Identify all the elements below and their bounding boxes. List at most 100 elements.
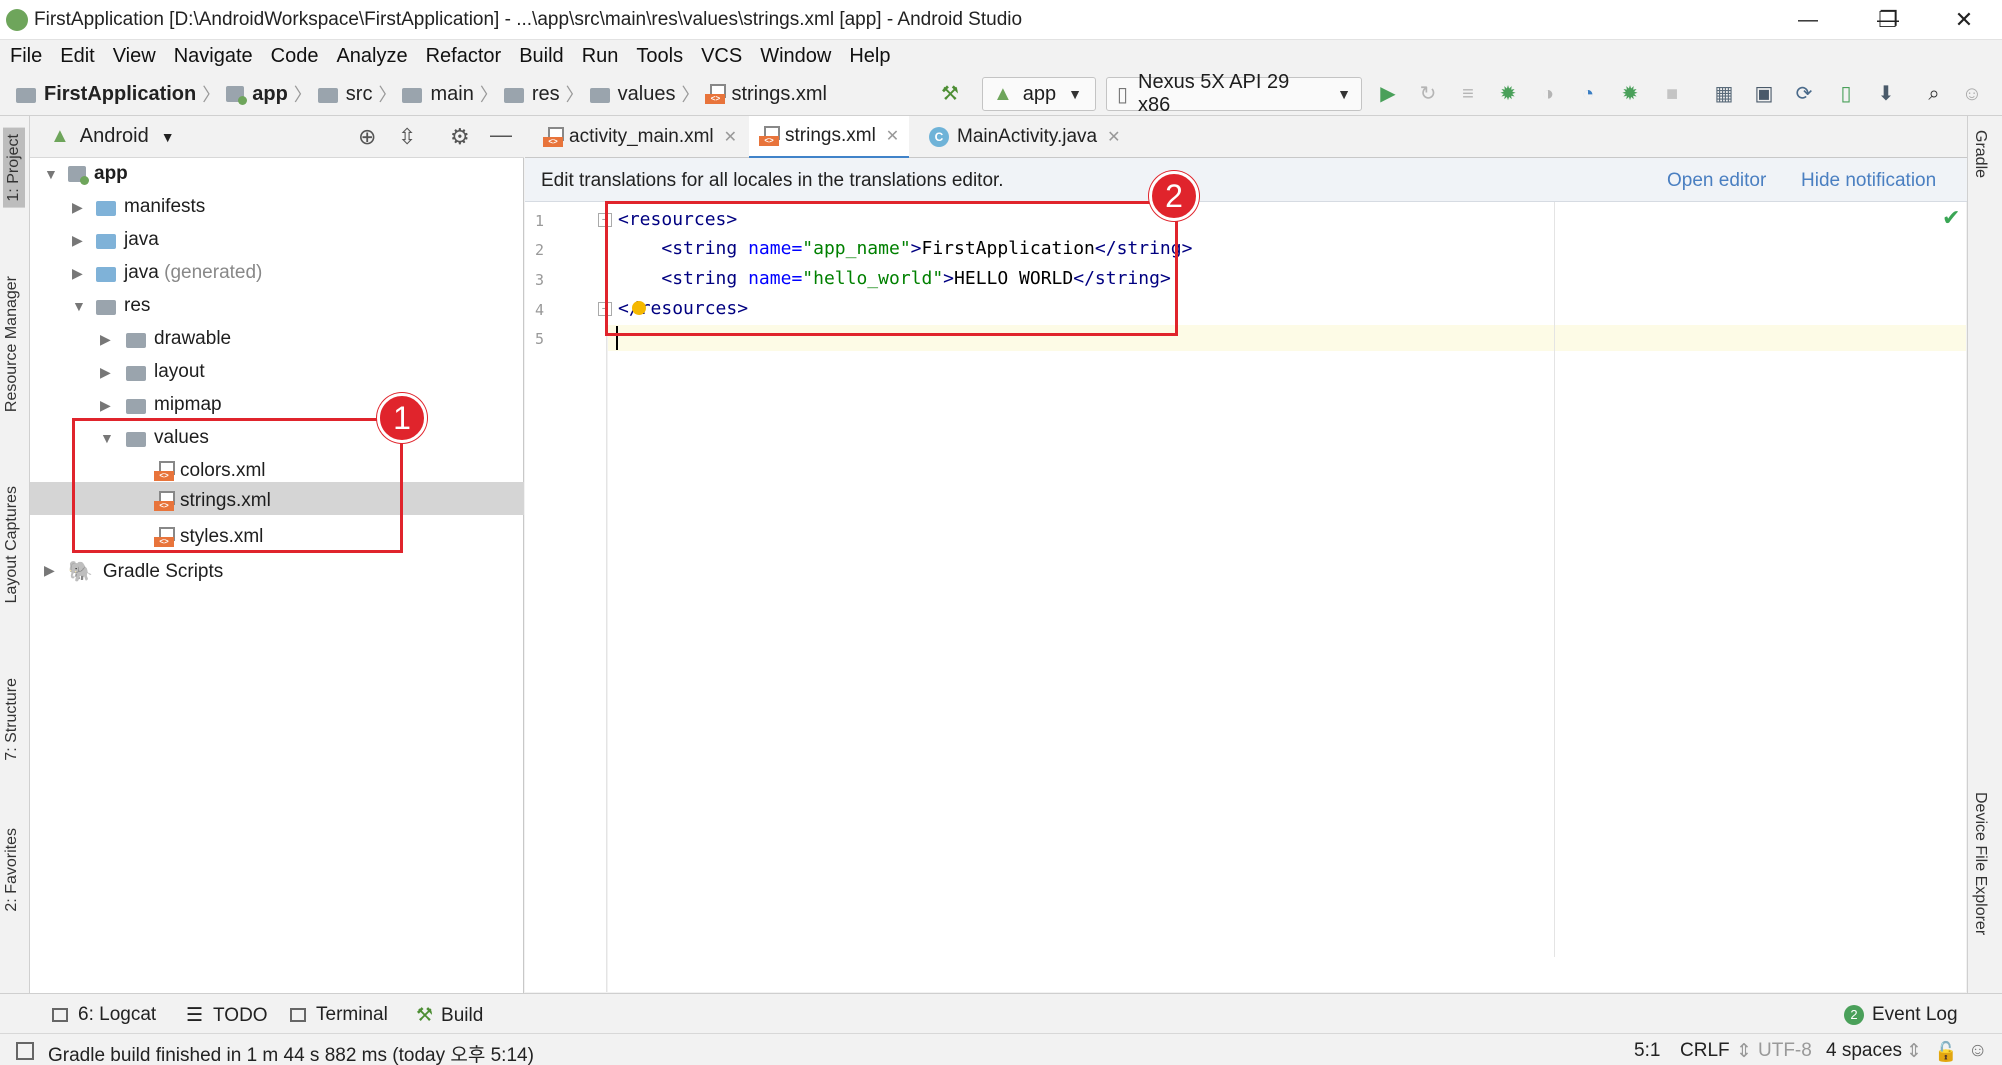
- hide-panel-icon[interactable]: —: [490, 122, 512, 148]
- sync-gradle-icon[interactable]: ⟳: [1792, 82, 1816, 106]
- menu-build[interactable]: Build: [519, 40, 563, 72]
- editor-tabs: activity_main.xml ✕ strings.xml ✕ C Main…: [525, 116, 1967, 159]
- tool-tab-gradle[interactable]: Gradle: [1971, 130, 1989, 178]
- module-icon: [226, 86, 248, 105]
- tree-item-java-generated[interactable]: ▶ java (generated): [30, 257, 524, 290]
- collapse-all-icon[interactable]: ⇳: [398, 124, 416, 150]
- tree-item-manifests[interactable]: ▶ manifests: [30, 191, 524, 224]
- tab-strings-xml[interactable]: strings.xml ✕: [749, 116, 910, 159]
- tree-label-suffix: (generated): [164, 262, 263, 283]
- tab-mainactivity-java[interactable]: C MainActivity.java ✕: [919, 116, 1131, 158]
- breadcrumb-main[interactable]: main: [430, 83, 473, 106]
- menu-navigate[interactable]: Navigate: [174, 40, 253, 72]
- stop-icon[interactable]: ■: [1660, 82, 1684, 106]
- lock-icon[interactable]: 🔓: [1934, 1040, 1958, 1064]
- tool-event-log-button[interactable]: 2 Event Log: [1844, 1004, 1958, 1026]
- android-studio-icon: [6, 9, 28, 31]
- folder-icon: [96, 200, 116, 216]
- breadcrumb-separator: 〉: [293, 85, 312, 105]
- menu-edit[interactable]: Edit: [60, 40, 94, 72]
- line-separator[interactable]: CRLF: [1680, 1040, 1730, 1062]
- project-structure-icon[interactable]: ▦: [1712, 82, 1736, 106]
- apply-changes-icon[interactable]: ↻: [1416, 82, 1440, 106]
- minimize-button[interactable]: —: [1788, 4, 1828, 36]
- tool-tab-device-file-explorer[interactable]: Device File Explorer: [1971, 792, 1989, 935]
- avd-manager-icon[interactable]: ▯: [1834, 82, 1858, 106]
- menu-code[interactable]: Code: [271, 40, 319, 72]
- folder-icon: [96, 233, 116, 249]
- tree-item-gradle-scripts[interactable]: ▶ 🐘 Gradle Scripts: [30, 554, 524, 587]
- run-config-select[interactable]: ▲ app ▼: [982, 77, 1096, 111]
- tab-label: strings.xml: [785, 125, 876, 146]
- breadcrumb-values[interactable]: values: [618, 83, 676, 106]
- menu-analyze[interactable]: Analyze: [336, 40, 407, 72]
- chevron-down-icon: ▼: [1337, 86, 1351, 102]
- close-tab-icon[interactable]: ✕: [886, 126, 899, 146]
- menu-tools[interactable]: Tools: [636, 40, 683, 72]
- sdk-manager-icon[interactable]: ⬇: [1874, 82, 1898, 106]
- right-tool-stripe: Gradle Device File Explorer: [1967, 116, 2002, 993]
- tool-tab-favorites[interactable]: 2: Favorites: [3, 828, 21, 912]
- apply-code-changes-icon[interactable]: ≡: [1456, 82, 1480, 106]
- profile-icon[interactable]: ◔: [1576, 82, 1600, 106]
- tab-activity-main-xml[interactable]: activity_main.xml ✕: [533, 116, 747, 158]
- device-select[interactable]: ▯ Nexus 5X API 29 x86 ▼: [1106, 71, 1362, 116]
- indent-setting[interactable]: 4 spaces: [1826, 1040, 1902, 1062]
- tree-item-java[interactable]: ▶ java: [30, 224, 524, 257]
- gear-icon[interactable]: ⚙: [450, 124, 470, 150]
- xml-file-icon: [759, 126, 780, 146]
- close-tab-icon[interactable]: ✕: [1107, 127, 1120, 147]
- menu-vcs[interactable]: VCS: [701, 40, 742, 72]
- inspector-face-icon[interactable]: ☺: [1968, 1040, 1987, 1062]
- maximize-button[interactable]: ❐: [1868, 4, 1908, 36]
- menu-window[interactable]: Window: [760, 40, 831, 72]
- tool-label: TODO: [213, 1004, 268, 1026]
- scroll-from-source-icon[interactable]: ⊕: [358, 124, 376, 150]
- file-encoding[interactable]: UTF-8: [1758, 1040, 1812, 1062]
- tool-label: Build: [441, 1004, 484, 1026]
- menu-help[interactable]: Help: [849, 40, 890, 72]
- account-icon[interactable]: ☺: [1960, 82, 1984, 106]
- tool-todo-button[interactable]: ☰ TODO: [186, 1004, 268, 1027]
- breadcrumb-app[interactable]: app: [252, 83, 288, 106]
- hide-notification-link[interactable]: Hide notification: [1801, 170, 1936, 192]
- folder-icon: [503, 87, 524, 103]
- open-editor-link[interactable]: Open editor: [1667, 170, 1766, 192]
- tool-tab-resource-manager[interactable]: Resource Manager: [3, 276, 21, 412]
- menu-run[interactable]: Run: [582, 40, 619, 72]
- breadcrumb: FirstApplication 〉 app 〉 src 〉 main 〉 re…: [16, 72, 827, 116]
- terminal-icon[interactable]: ▣: [1752, 82, 1776, 106]
- breadcrumb-file[interactable]: strings.xml: [731, 83, 827, 106]
- menu-refactor[interactable]: Refactor: [426, 40, 502, 72]
- tool-logcat-button[interactable]: 6: Logcat: [52, 1004, 156, 1026]
- caret-position[interactable]: 5:1: [1634, 1040, 1660, 1062]
- java-class-icon: C: [929, 127, 949, 147]
- tree-item-layout[interactable]: ▶ layout: [30, 356, 524, 389]
- tool-label: Terminal: [316, 1004, 388, 1025]
- tree-item-app[interactable]: ▼ app: [30, 158, 524, 191]
- run-icon[interactable]: ▶: [1376, 82, 1400, 106]
- expanded-triangle-icon: ▼: [72, 298, 86, 314]
- coverage-icon[interactable]: ◑: [1536, 82, 1560, 106]
- make-project-hammer-icon[interactable]: ⚒: [938, 82, 962, 106]
- debug-icon[interactable]: ✹: [1496, 82, 1520, 106]
- attach-debugger-icon[interactable]: ✹: [1618, 82, 1642, 106]
- tree-item-res[interactable]: ▼ res: [30, 290, 524, 323]
- search-icon[interactable]: ⌕: [1922, 82, 1946, 106]
- tool-tab-structure[interactable]: 7: Structure: [3, 678, 21, 761]
- tool-build-button[interactable]: ⚒ Build: [416, 1004, 483, 1027]
- project-view-select[interactable]: ▲ Android ▼: [50, 125, 175, 148]
- close-button[interactable]: ✕: [1944, 4, 1984, 36]
- close-tab-icon[interactable]: ✕: [724, 127, 737, 147]
- breadcrumb-project[interactable]: FirstApplication: [44, 83, 196, 106]
- tool-terminal-button[interactable]: Terminal: [290, 1004, 388, 1026]
- bottom-tool-bar: 6: Logcat ☰ TODO Terminal ⚒ Build 2 Event L…: [0, 993, 2002, 1033]
- toggle-tool-windows-icon[interactable]: [16, 1042, 34, 1060]
- tool-tab-layout-captures[interactable]: Layout Captures: [3, 486, 21, 603]
- tree-item-drawable[interactable]: ▶ drawable: [30, 323, 524, 356]
- breadcrumb-src[interactable]: src: [346, 83, 373, 106]
- breadcrumb-res[interactable]: res: [532, 83, 560, 106]
- menu-view[interactable]: View: [113, 40, 156, 72]
- tool-tab-project[interactable]: 1: Project: [3, 128, 25, 208]
- menu-file[interactable]: File: [10, 40, 42, 72]
